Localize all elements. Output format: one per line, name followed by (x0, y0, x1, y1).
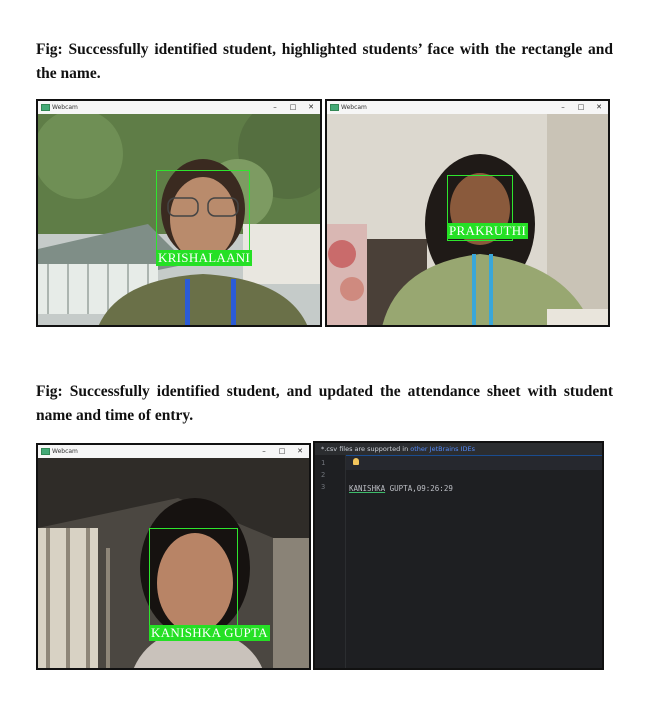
line-number: 1 (321, 459, 326, 467)
attendance-csv-editor: *.csv files are supported in other JetBr… (313, 441, 604, 670)
maximize-button[interactable]: □ (273, 445, 291, 458)
lightbulb-icon[interactable] (353, 458, 359, 465)
line-gutter: 1 2 3 (315, 455, 346, 668)
minimize-button[interactable]: – (266, 101, 284, 114)
figure-caption-2: Fig: Successfully identified student, an… (36, 383, 613, 424)
face-detection-box (149, 528, 238, 640)
minimize-button[interactable]: – (554, 101, 572, 114)
window-titlebar: Webcam – □ ✕ (327, 101, 608, 114)
current-line-highlight (345, 456, 602, 470)
close-button[interactable]: ✕ (302, 101, 320, 114)
window-titlebar: Webcam – □ ✕ (38, 445, 309, 458)
student-name-label: PRAKRUTHI (447, 223, 529, 239)
window-title: Webcam (341, 104, 367, 111)
maximize-button[interactable]: □ (572, 101, 590, 114)
plugin-banner: *.csv files are supported in other JetBr… (315, 443, 602, 456)
maximize-button[interactable]: □ (284, 101, 302, 114)
webcam-window-prakruthi: Webcam – □ ✕ PRAKRUTHI (325, 99, 610, 327)
window-title: Webcam (52, 104, 78, 111)
webcam-app-icon (41, 104, 50, 111)
line-number: 2 (321, 471, 326, 479)
student-name-label: KRISHALAANI (156, 250, 253, 266)
csv-entry-rest: GUPTA,09:26:29 (385, 484, 453, 493)
camera-feed: KRISHALAANI (38, 114, 320, 325)
camera-feed: KANISHKA GUPTA (38, 458, 309, 668)
csv-line[interactable]: KANISHKA GUPTA,09:26:29 (349, 484, 453, 493)
webcam-app-icon (41, 448, 50, 455)
window-titlebar: Webcam – □ ✕ (38, 101, 320, 114)
camera-feed: PRAKRUTHI (327, 114, 608, 325)
csv-student-name: KANISHKA (349, 484, 386, 493)
jetbrains-ides-link[interactable]: other JetBrains IDEs (410, 445, 475, 453)
minimize-button[interactable]: – (255, 445, 273, 458)
webcam-window-krishalaani: Webcam – □ ✕ KRISHALAANI (36, 99, 322, 327)
window-title: Webcam (52, 448, 78, 455)
figure-caption-1: Fig: Successfully identified student, hi… (36, 41, 613, 82)
webcam-app-icon (330, 104, 339, 111)
close-button[interactable]: ✕ (291, 445, 309, 458)
close-button[interactable]: ✕ (590, 101, 608, 114)
banner-text: *.csv files are supported in (321, 445, 409, 453)
webcam-window-kanishka: Webcam – □ ✕ KANISHKA GUPTA (36, 443, 311, 670)
line-number: 3 (321, 483, 326, 491)
student-name-label: KANISHKA GUPTA (149, 625, 270, 641)
